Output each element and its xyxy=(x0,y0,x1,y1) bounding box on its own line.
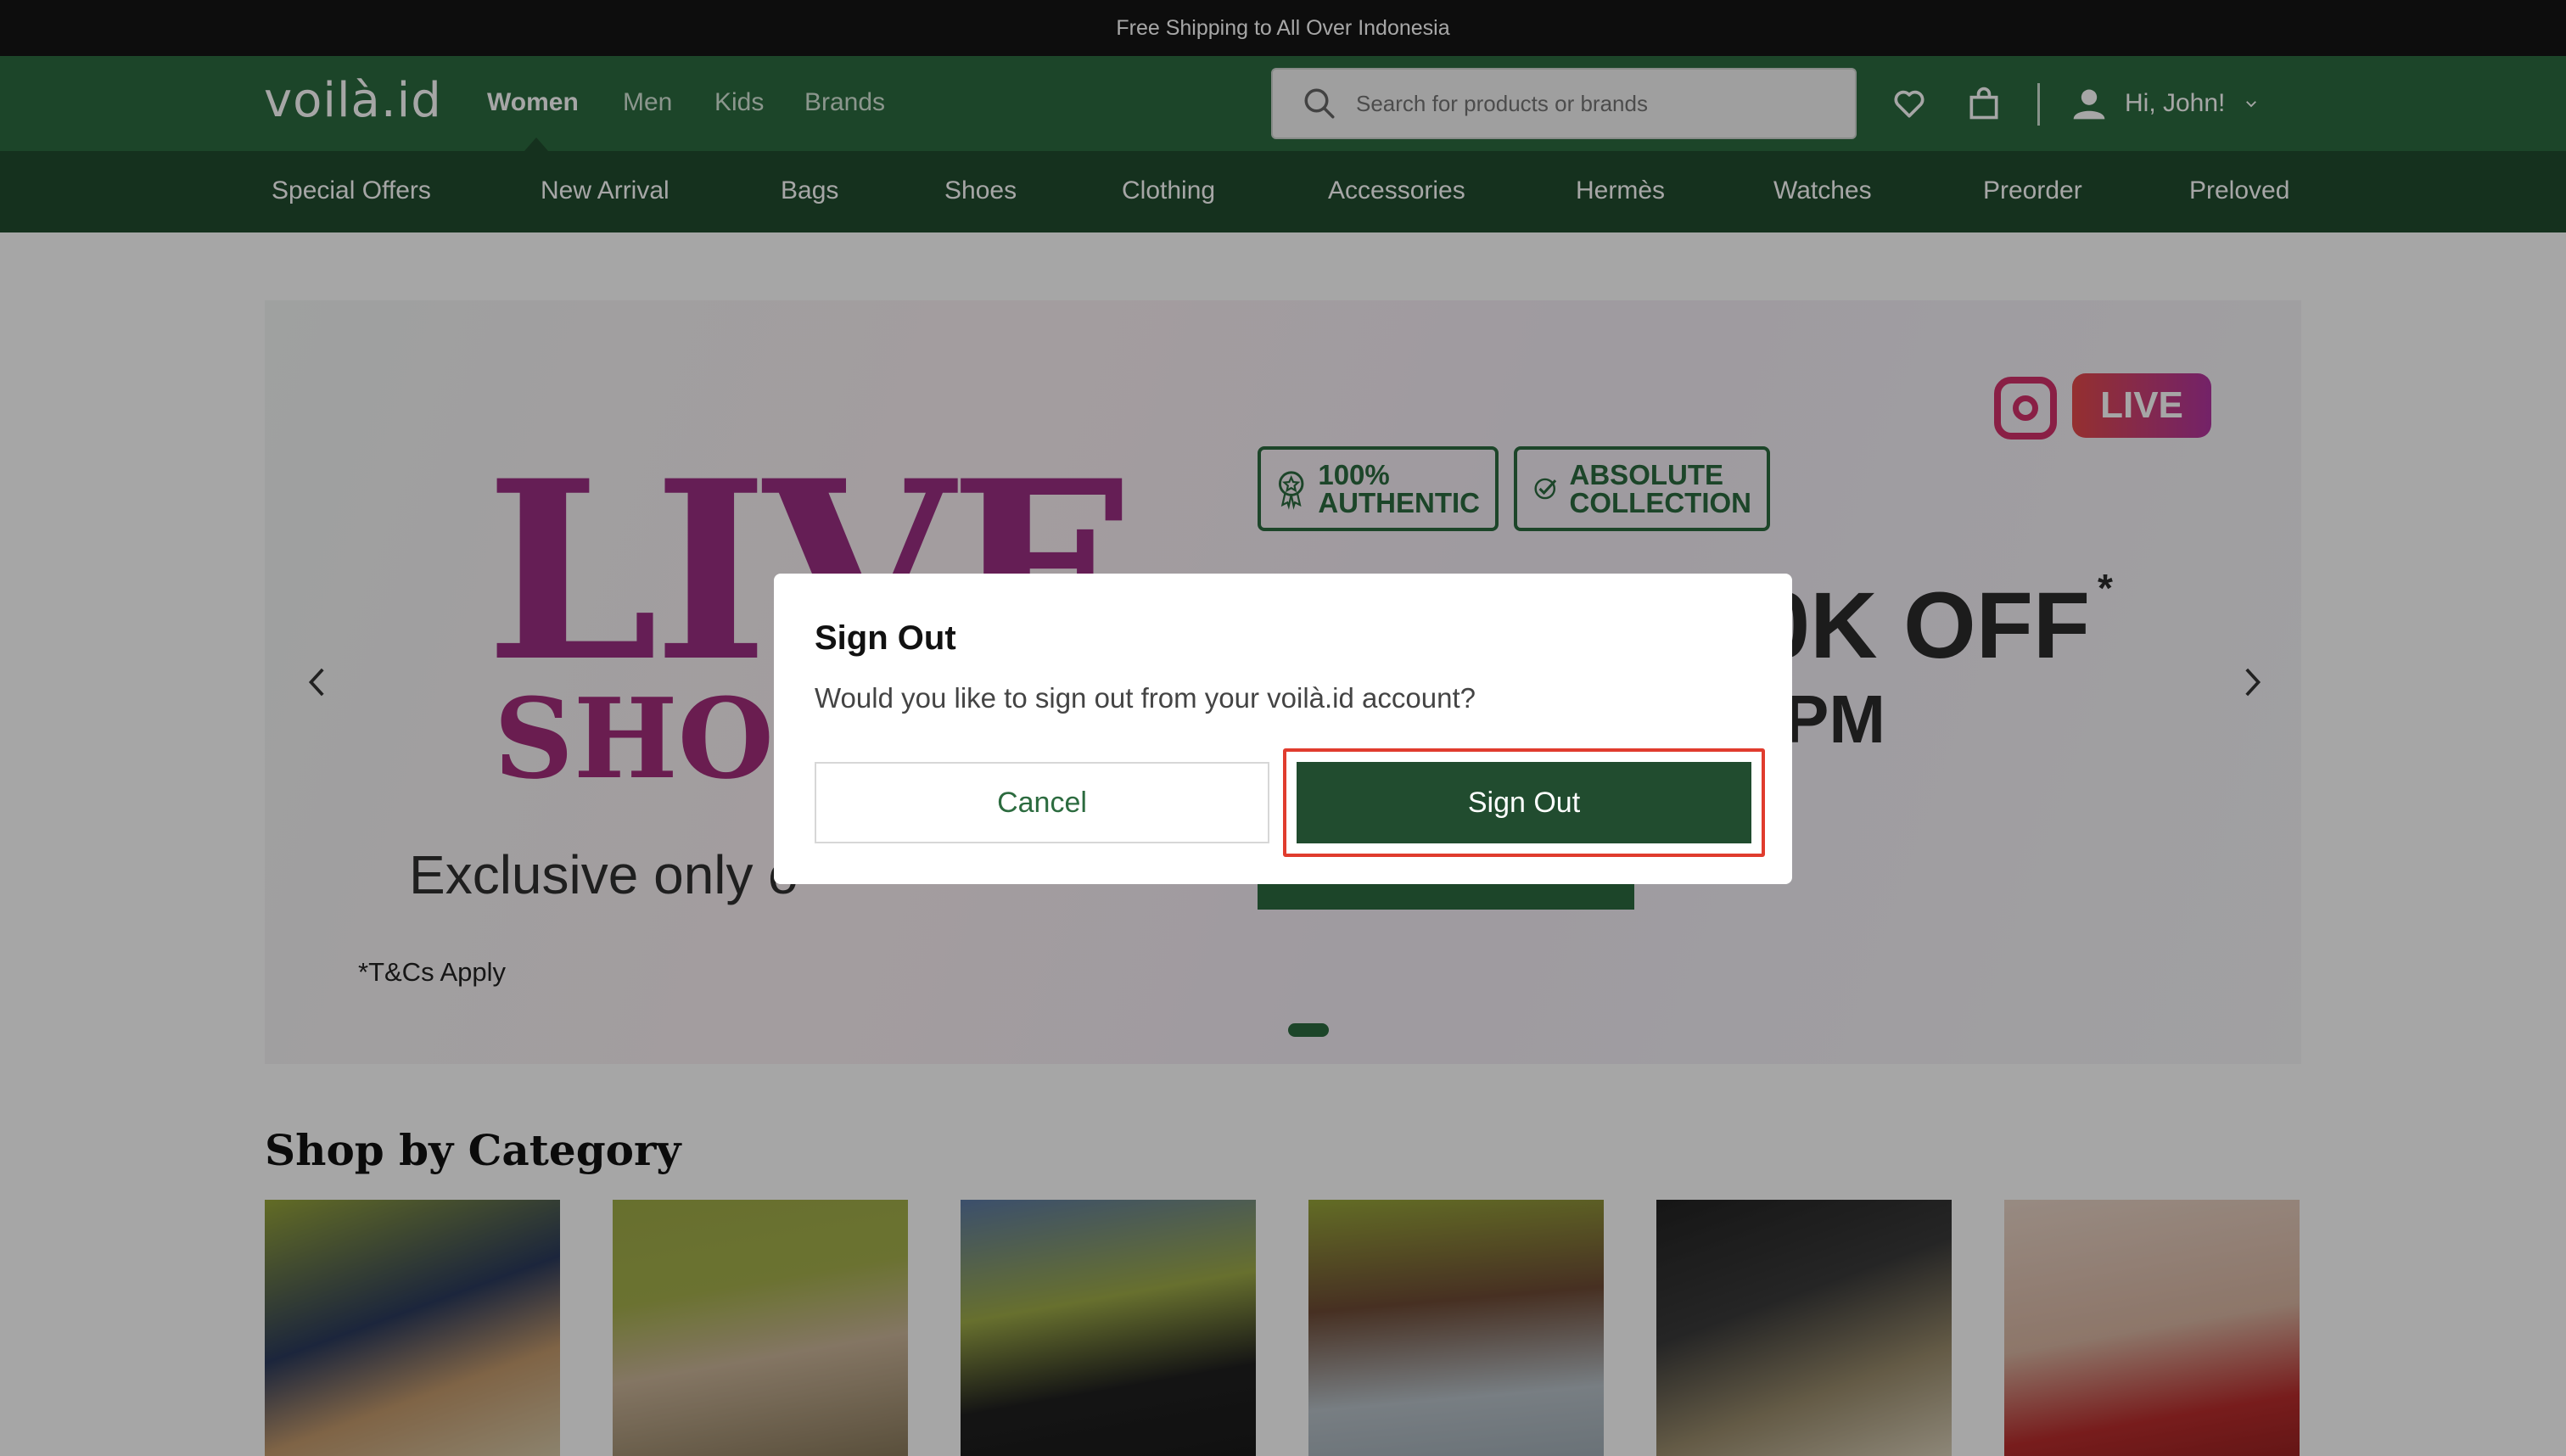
dialog-title: Sign Out xyxy=(815,619,956,657)
dialog-message: Would you like to sign out from your voi… xyxy=(815,682,1476,714)
cancel-button[interactable]: Cancel xyxy=(815,762,1269,843)
sign-out-dialog: Sign Out Would you like to sign out from… xyxy=(774,574,1792,884)
target-highlight-box xyxy=(1283,748,1765,857)
